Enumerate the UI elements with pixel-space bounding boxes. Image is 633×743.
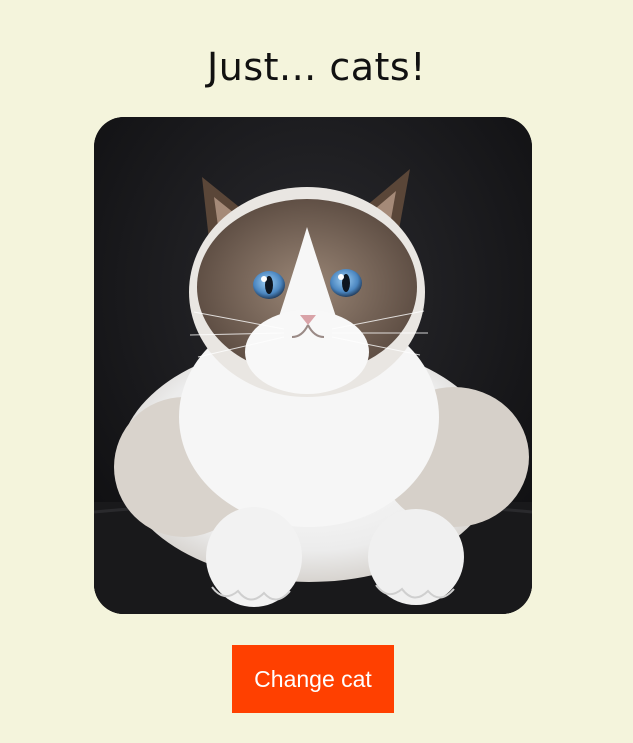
change-cat-button[interactable]: Change cat <box>232 645 394 713</box>
page-title: Just... cats! <box>207 45 426 89</box>
page: Just... cats! Change cat <box>0 0 633 743</box>
cat-photo-illustration <box>94 117 532 614</box>
cat-image <box>94 117 532 614</box>
